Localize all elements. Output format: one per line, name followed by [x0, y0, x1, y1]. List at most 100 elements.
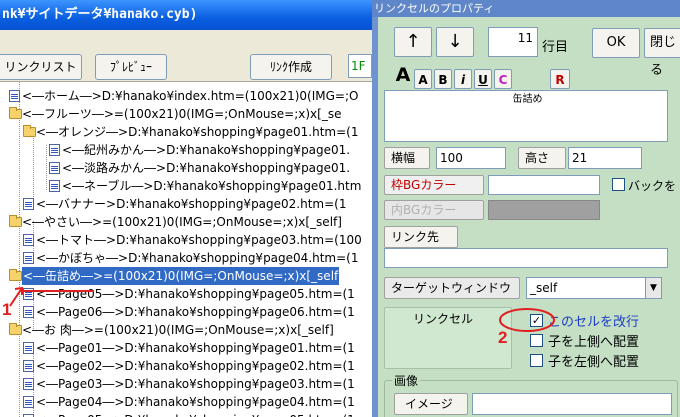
annotation-number-2: 2 — [498, 328, 508, 347]
tree-item[interactable]: <―Page02―>D:¥hanako¥shopping¥page02.htm=… — [0, 357, 372, 375]
cell-text-area[interactable]: 缶詰め — [384, 90, 668, 142]
italic-button[interactable]: i — [454, 69, 472, 89]
page-icon — [23, 342, 34, 354]
tree-item-selected[interactable]: <―缶詰め―>=(100x21)0(IMG=;OnMouse=;x)x[_sel… — [0, 267, 372, 285]
tree-item[interactable]: <―Page04―>D:¥hanako¥shopping¥page04.htm=… — [0, 393, 372, 411]
folder-icon — [9, 215, 22, 227]
image-button[interactable]: イメージ — [394, 393, 468, 415]
tree-item[interactable]: <―バナナー>D:¥hanako¥shopping¥page02.htm=(1 — [0, 195, 372, 213]
tree-item[interactable]: <―紀州みかん―>D:¥hanako¥shopping¥page01. — [0, 141, 372, 159]
top-placement-checkbox[interactable] — [530, 334, 543, 347]
link-cell-group: リンクセル — [384, 307, 512, 369]
tree-item-label: <―缶詰め―>=(100x21)0(IMG=;OnMouse=;x)x[_sel… — [22, 267, 340, 285]
link-destination-label: リンク先 — [384, 226, 458, 248]
target-window-label: ターゲットウィンドウ — [384, 277, 520, 299]
dialog-edge — [372, 17, 378, 417]
tree-item-label: <―バナナー>D:¥hanako¥shopping¥page02.htm=(1 — [36, 197, 347, 211]
tree-item-label: <―かぼちゃ―>D:¥hanako¥shopping¥page04.htm=(1 — [36, 251, 359, 265]
page-icon — [23, 378, 34, 390]
tree-item-label: <―Page04―>D:¥hanako¥shopping¥page04.htm=… — [36, 395, 355, 409]
tree-item[interactable]: <―トマト―>D:¥hanako¥shopping¥page03.htm=(10… — [0, 231, 372, 249]
annotation-arrow — [9, 286, 23, 307]
tree-item-label: <―トマト―>D:¥hanako¥shopping¥page03.htm=(10… — [36, 233, 362, 247]
page-icon — [23, 234, 34, 246]
preview-button[interactable]: ﾌﾟﾚﾋﾞｭｰ — [95, 54, 167, 80]
move-up-button[interactable]: ↑ — [394, 27, 432, 57]
bold-button[interactable]: B — [434, 69, 452, 89]
folder-icon — [23, 125, 36, 137]
tree-item-label: <―Page05―>D:¥hanako¥shopping¥page05.htm=… — [36, 411, 355, 417]
color-button[interactable]: C — [494, 69, 512, 89]
image-group-label: 画像 — [392, 372, 421, 389]
frame-bg-color-button[interactable]: 枠BGカラー — [384, 175, 484, 195]
target-window-select[interactable]: _self ▼ — [526, 277, 662, 299]
tree-item-label: <―Page02―>D:¥hanako¥shopping¥page02.htm=… — [36, 359, 355, 373]
height-input[interactable]: 21 — [568, 147, 642, 169]
font-large-button[interactable]: A — [394, 65, 412, 85]
page-icon — [49, 144, 60, 156]
tree-item-label: <―紀州みかん―>D:¥hanako¥shopping¥page01. — [62, 143, 351, 157]
tree-item[interactable]: <―オレンジ―>D:¥hanako¥shopping¥page01.htm=(1 — [0, 123, 372, 141]
inner-bg-color-button[interactable]: 内BGカラー — [384, 200, 484, 220]
chevron-down-icon[interactable]: ▼ — [645, 278, 661, 298]
tree-item-label: <―Page01―>D:¥hanako¥shopping¥page01.htm=… — [36, 341, 355, 355]
create-link-button[interactable]: ﾘﾝｸ作成 — [250, 54, 332, 80]
top-placement-label: 子を上側へ配置 — [548, 335, 640, 350]
tree-item[interactable]: <―かぼちゃ―>D:¥hanako¥shopping¥page04.htm=(1 — [0, 249, 372, 267]
tree-item-label: <―お 肉―>=(100x21)0(IMG=;OnMouse=;x)x[_sel… — [22, 323, 334, 337]
inner-bg-color-swatch — [488, 200, 600, 220]
tree-item[interactable]: <―Page03―>D:¥hanako¥shopping¥page03.htm=… — [0, 375, 372, 393]
link-cell-properties-dialog: リンクセルのプロパティ ↑ ↓ 11 行目 OK 閉じる A A B i U C… — [372, 0, 680, 417]
tree-item[interactable]: <―Page01―>D:¥hanako¥shopping¥page01.htm=… — [0, 339, 372, 357]
tree-item[interactable]: <―Page05―>D:¥hanako¥shopping¥page05.htm=… — [0, 285, 372, 303]
back-checkbox-label: バックを — [628, 179, 677, 193]
ok-button[interactable]: OK — [592, 28, 640, 58]
site-tree-window: nk¥サイトデータ¥hanako.cyb) リンクリスト ﾌﾟﾚﾋﾞｭｰ ﾘﾝｸ… — [0, 0, 372, 417]
tree-item-label: <―Page05―>D:¥hanako¥shopping¥page05.htm=… — [36, 287, 355, 301]
page-icon — [23, 252, 34, 264]
width-label: 横幅 — [384, 147, 430, 169]
tree-item-label: <―ネーブル―>D:¥hanako¥shopping¥page01.htm — [62, 179, 362, 193]
folder-icon — [9, 323, 22, 335]
target-window-value: _self — [530, 281, 558, 295]
tree-item-label: <―Page03―>D:¥hanako¥shopping¥page03.htm=… — [36, 377, 355, 391]
page-icon — [49, 180, 60, 192]
linklist-button[interactable]: リンクリスト — [0, 54, 82, 80]
tree-item[interactable]: <―Page06―>D:¥hanako¥shopping¥page06.htm=… — [0, 303, 372, 321]
folder-icon — [9, 269, 22, 281]
window-title: nk¥サイトデータ¥hanako.cyb) — [0, 0, 372, 30]
tree-item-label: <―オレンジ―>D:¥hanako¥shopping¥page01.htm=(1 — [36, 125, 359, 139]
tree-item[interactable]: <―ホーム―>D:¥hanako¥index.htm=(100x21)0(IMG… — [0, 87, 372, 105]
folder-icon — [9, 107, 22, 119]
height-label: 高さ — [518, 147, 566, 169]
tree-item[interactable]: <―淡路みかん―>D:¥hanako¥shopping¥page01. — [0, 159, 372, 177]
font-small-button[interactable]: A — [414, 69, 432, 89]
tree-item-label: <―フルーツ―>=(100x21)0(IMG=;OnMouse=;x)x[_se — [22, 107, 342, 121]
page-icon — [23, 360, 34, 372]
move-down-button[interactable]: ↓ — [436, 27, 474, 57]
dialog-title: リンクセルのプロパティ — [372, 0, 680, 17]
tree-item-label: <―ホーム―>D:¥hanako¥index.htm=(100x21)0(IMG… — [22, 89, 359, 103]
close-button[interactable]: 閉じる — [644, 28, 680, 78]
tree-item[interactable]: <―ネーブル―>D:¥hanako¥shopping¥page01.htm — [0, 177, 372, 195]
page-icon — [23, 396, 34, 408]
width-input[interactable]: 100 — [436, 147, 506, 169]
underline-button[interactable]: U — [474, 69, 492, 89]
link-destination-input[interactable] — [384, 248, 668, 268]
back-checkbox[interactable] — [612, 178, 625, 191]
image-path-input[interactable] — [472, 393, 672, 415]
page-combo[interactable]: 1F — [348, 54, 372, 78]
page-icon — [23, 198, 34, 210]
tree-item[interactable]: <―やさい―>=(100x21)0(IMG=;OnMouse=;x)x[_sel… — [0, 213, 372, 231]
row-number-input[interactable]: 11 — [488, 27, 538, 57]
newline-checkbox-label: このセルを改行 — [548, 315, 640, 330]
frame-bg-color-swatch — [488, 175, 600, 195]
reset-button[interactable]: R — [550, 69, 570, 89]
left-placement-checkbox[interactable] — [530, 354, 543, 367]
page-icon — [9, 90, 20, 102]
page-icon — [49, 162, 60, 174]
link-tree[interactable]: <―ホーム―>D:¥hanako¥index.htm=(100x21)0(IMG… — [0, 82, 372, 417]
tree-item[interactable]: <―フルーツ―>=(100x21)0(IMG=;OnMouse=;x)x[_se — [0, 105, 372, 123]
tree-item[interactable]: <―お 肉―>=(100x21)0(IMG=;OnMouse=;x)x[_sel… — [0, 321, 372, 339]
tree-item[interactable]: <―Page05―>D:¥hanako¥shopping¥page05.htm=… — [0, 411, 372, 417]
